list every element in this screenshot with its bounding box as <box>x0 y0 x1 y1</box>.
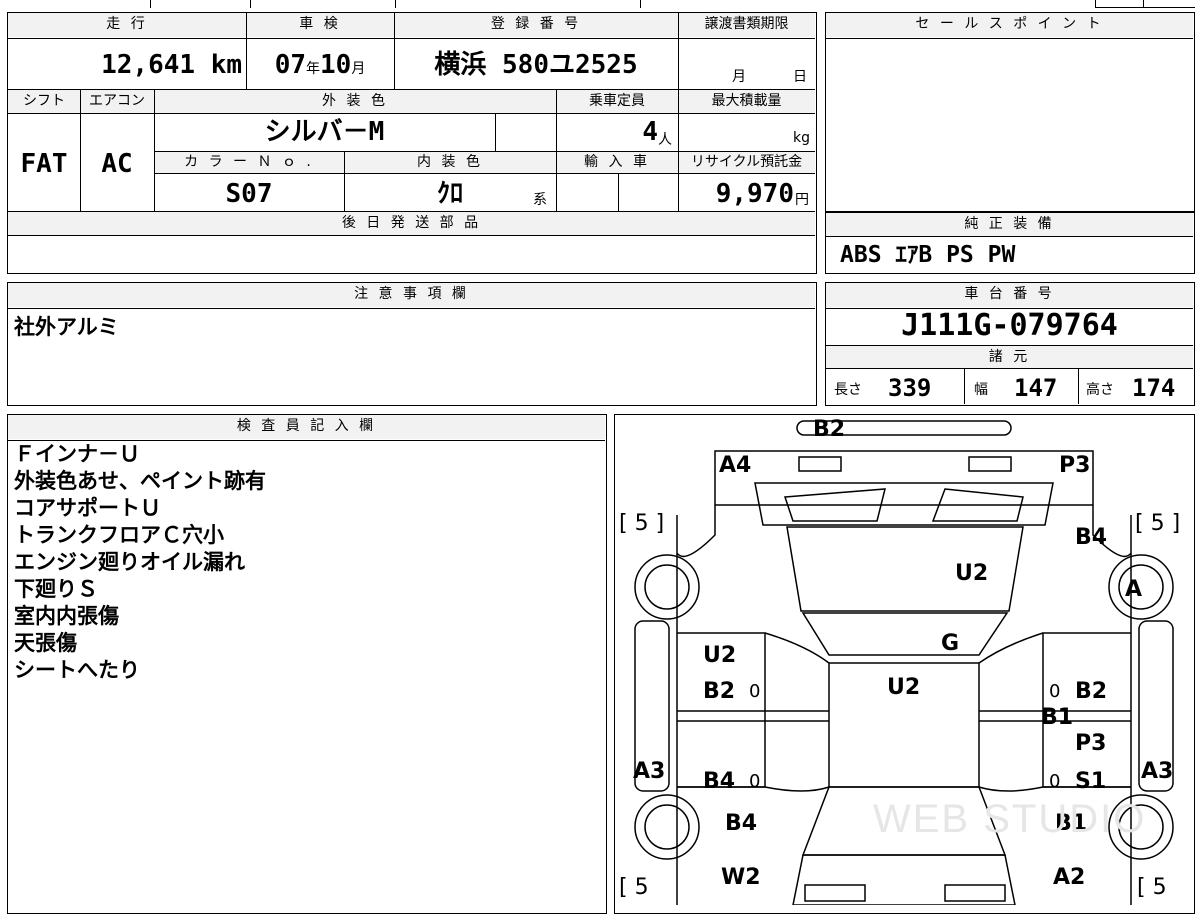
mileage-value: 12,641 km <box>101 50 242 80</box>
inspector-header: 検 査 員 記 入 欄 <box>236 418 377 434</box>
inspector-line: 室内内張傷 <box>14 604 119 628</box>
label-front-left-corner: A4 <box>719 453 752 478</box>
max-load-unit: kg <box>793 130 810 146</box>
label-zero: 0 <box>1049 681 1061 702</box>
recycle-header: リサイクル預託金 <box>690 154 803 170</box>
label-bracket-bl: [ 5 <box>619 875 649 900</box>
label-windshield: G <box>941 631 960 656</box>
exterior-color-value: シルバ－M <box>264 117 385 147</box>
import-header: 輸 入 車 <box>584 154 650 170</box>
label-left-rear-fender: B4 <box>725 811 758 836</box>
label-right-rear-quarter: A2 <box>1053 865 1086 890</box>
label-right-front-door: B2 <box>1075 679 1108 704</box>
max-load-header: 最大積載量 <box>711 93 782 109</box>
label-bracket-tl: [ 5 ] <box>619 511 665 536</box>
inspection-value: 07年10月 <box>274 50 366 80</box>
capacity-unit: 人 <box>658 132 672 148</box>
inspector-line: エンジン廻りオイル漏れ <box>14 550 245 574</box>
label-left-rear-quarter: W2 <box>721 865 761 890</box>
top-partial-bar <box>0 0 1200 8</box>
ac-header: エアコン <box>89 93 145 109</box>
interior-color-suffix: 系 <box>533 192 547 208</box>
label-left-rear-door: B4 <box>703 769 736 794</box>
label-left-front-door-2: B2 <box>703 679 736 704</box>
inspector-box: 検 査 員 記 入 欄 Ｆインナ－Ｕ 外装色あせ、ペイント跡有 コアサポートＵ … <box>7 414 607 914</box>
spec-header: 諸 元 <box>988 349 1031 365</box>
label-front-right-corner: P3 <box>1059 453 1091 478</box>
later-parts-header: 後 日 発 送 部 品 <box>341 215 482 231</box>
label-bracket-br: [ 5 <box>1137 875 1167 900</box>
inspector-line: Ｆインナ－Ｕ <box>14 442 140 466</box>
capacity-value: 4 <box>642 117 658 147</box>
registration-header: 登 録 番 号 <box>490 16 582 32</box>
recycle-value: 9,970 <box>715 179 794 209</box>
label-right-rear-door-1: P3 <box>1075 731 1107 756</box>
label-right-front-wheel: A <box>1125 577 1143 602</box>
label-right-front-fender: B4 <box>1075 525 1108 550</box>
sales-point-header: セ ー ル ス ポ イ ン ト <box>915 16 1104 32</box>
width-value: 147 <box>1014 374 1058 402</box>
inspector-line: シートへたり <box>14 658 140 682</box>
color-no-value: S07 <box>225 179 273 209</box>
label-left-front-door-1: U2 <box>703 643 737 668</box>
registration-value: 横浜 580ユ2525 <box>434 50 638 80</box>
exterior-color-header: 外 装 色 <box>322 93 388 109</box>
label-right-rear-door-2: S1 <box>1075 769 1107 794</box>
recycle-unit: 円 <box>795 192 809 208</box>
label-hood: U2 <box>955 561 989 586</box>
label-right-side: A3 <box>1141 759 1174 784</box>
shift-header: シフト <box>23 93 65 109</box>
capacity-header: 乗車定員 <box>589 93 645 109</box>
height-value: 174 <box>1132 374 1176 402</box>
mileage-header: 走 行 <box>106 16 148 32</box>
width-label: 幅 <box>974 382 988 398</box>
label-zero: 0 <box>749 771 761 792</box>
length-value: 339 <box>888 374 932 402</box>
summary-grid: 走 行 車 検 登 録 番 号 譲渡書類期限 12,641 km 07年10月 … <box>7 12 817 274</box>
chassis-box: 車 台 番 号 J111G-079764 諸 元 長さ 339 幅 147 高さ… <box>825 282 1195 406</box>
shift-value: FAT <box>20 149 68 179</box>
transfer-month-unit: 月 <box>732 69 746 85</box>
label-left-side: A3 <box>633 759 666 784</box>
label-roof: U2 <box>887 675 921 700</box>
inspector-line: コアサポートＵ <box>14 496 161 520</box>
inspector-line: トランクフロアＣ穴小 <box>14 523 224 547</box>
equipment-value: ABS ｴｱB PS PW <box>840 242 1016 268</box>
label-zero: 0 <box>1049 771 1061 792</box>
inspector-line: 外装色あせ、ペイント跡有 <box>14 469 266 493</box>
transfer-deadline-header: 譲渡書類期限 <box>704 16 789 32</box>
length-label: 長さ <box>834 382 862 398</box>
watermark: WEB STUDIO <box>873 797 1147 841</box>
sales-point-box: セ ー ル ス ポ イ ン ト <box>825 12 1195 212</box>
label-bracket-tr: [ 5 ] <box>1135 511 1181 536</box>
equipment-box: 純 正 装 備 ABS ｴｱB PS PW <box>825 212 1195 274</box>
label-zero: 0 <box>749 681 761 702</box>
equipment-header: 純 正 装 備 <box>964 216 1055 232</box>
interior-color-value: ｸﾛ <box>436 179 463 209</box>
ac-value: AC <box>101 149 133 179</box>
inspector-line: 天張傷 <box>14 631 77 655</box>
label-front-bumper: B2 <box>813 417 846 442</box>
caution-box: 注 意 事 項 欄 社外アルミ <box>7 282 817 406</box>
caution-value: 社外アルミ <box>14 315 119 339</box>
label-right-pillar: B1 <box>1041 705 1074 730</box>
height-label: 高さ <box>1086 382 1114 398</box>
car-damage-diagram: B2 A4 P3 [ 5 ] [ 5 ] B4 U2 A G U2 B2 0 U… <box>614 414 1195 914</box>
color-no-header: カ ラ ー Ｎ ｏ . <box>184 154 314 170</box>
chassis-header: 車 台 番 号 <box>964 286 1055 302</box>
caution-header: 注 意 事 項 欄 <box>354 286 469 302</box>
chassis-value: J111G-079764 <box>901 308 1118 343</box>
transfer-day-unit: 日 <box>793 69 807 85</box>
inspector-line: 下廻りＳ <box>14 577 98 601</box>
inspection-header: 車 検 <box>299 16 341 32</box>
interior-color-header: 内 装 色 <box>417 154 483 170</box>
